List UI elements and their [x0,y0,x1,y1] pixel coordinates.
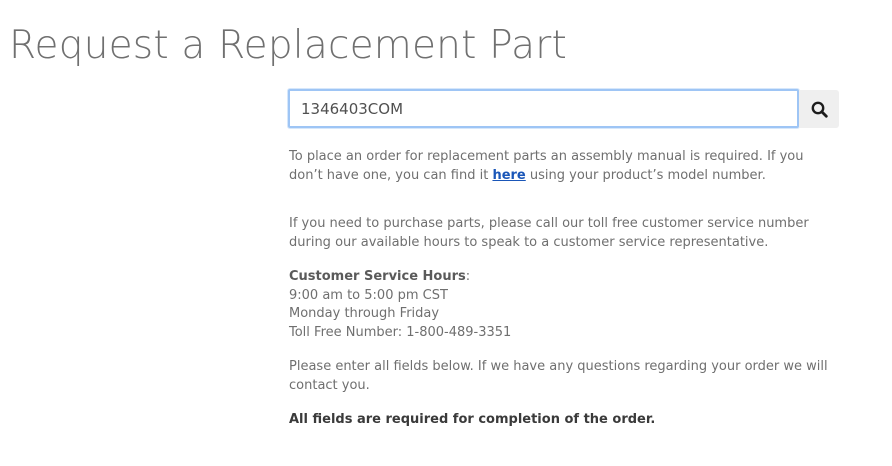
part-search-form [288,89,839,129]
page-title: Request a Replacement Part [9,23,567,68]
hours-label: Customer Service Hours [289,269,466,284]
customer-service-hours: Customer Service Hours: 9:00 am to 5:00 … [289,268,837,342]
manual-lookup-link[interactable]: here [492,168,525,183]
enter-fields-note: Please enter all fields below. If we hav… [289,359,828,393]
purchase-instructions: If you need to purchase parts, please ca… [289,216,809,250]
search-icon [811,101,828,118]
hours-label-colon: : [465,269,471,284]
required-fields-note: All fields are required for completion o… [289,412,656,427]
hours-time: 9:00 am to 5:00 pm CST [289,287,448,303]
part-number-search-input[interactable] [288,89,799,128]
order-instructions: To place an order for replacement parts … [289,148,837,185]
toll-free-number: Toll Free Number: 1-800-489-3351 [289,324,512,340]
order-text-after: using your product’s model number. [525,167,766,183]
search-button[interactable] [799,90,839,128]
hours-days: Monday through Friday [289,306,440,322]
